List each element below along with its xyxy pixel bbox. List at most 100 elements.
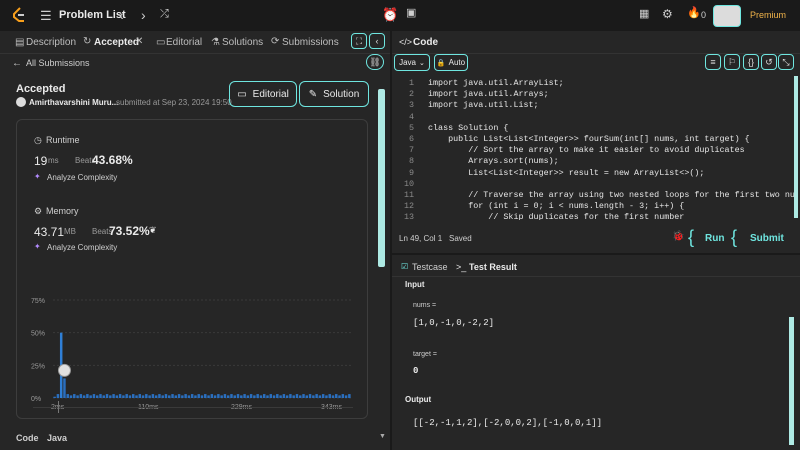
histogram-bar[interactable] bbox=[105, 394, 109, 398]
expand-icon[interactable]: ⛶ bbox=[351, 33, 367, 49]
histogram-bar[interactable] bbox=[92, 394, 96, 398]
language-select[interactable]: Java ⌄ bbox=[394, 54, 430, 71]
histogram-bar[interactable] bbox=[236, 394, 240, 398]
histogram-bar[interactable] bbox=[269, 394, 273, 398]
histogram-bar[interactable] bbox=[253, 395, 256, 398]
reset-icon[interactable]: ↺ bbox=[761, 54, 777, 70]
histogram-bar[interactable] bbox=[249, 394, 253, 398]
histogram-bar[interactable] bbox=[122, 395, 125, 398]
code-line[interactable]: 8 Arrays.sort(nums); bbox=[392, 156, 782, 167]
histogram-bar[interactable] bbox=[207, 395, 210, 398]
histogram-bar[interactable] bbox=[184, 394, 187, 398]
histogram-bar[interactable] bbox=[118, 394, 122, 398]
histogram-bar[interactable] bbox=[197, 394, 200, 398]
runtime-analyze[interactable]: Analyze Complexity bbox=[47, 173, 117, 182]
tab-solutions[interactable]: Solutions bbox=[222, 37, 263, 48]
histogram-bar[interactable] bbox=[240, 395, 243, 398]
code-line[interactable]: 2 import java.util.Arrays; bbox=[392, 89, 782, 100]
histogram-bar[interactable] bbox=[66, 394, 69, 398]
histogram-bar[interactable] bbox=[148, 395, 151, 398]
all-submissions-link[interactable]: All Submissions bbox=[26, 58, 90, 68]
code-line[interactable]: 12 for (int i = 0; i < nums.length - 3; … bbox=[392, 201, 782, 212]
note-icon[interactable]: ▣ bbox=[406, 8, 416, 19]
solution-button[interactable]: ✎ Solution bbox=[299, 81, 369, 107]
histogram-bar[interactable] bbox=[194, 395, 197, 398]
shuffle-icon[interactable]: ⤮ bbox=[160, 9, 169, 20]
histogram-bar[interactable] bbox=[171, 394, 174, 398]
code-scrollbar[interactable] bbox=[794, 76, 798, 218]
histogram-bar[interactable] bbox=[73, 394, 76, 398]
code-line[interactable]: 3 import java.util.List; bbox=[392, 100, 782, 111]
histogram-bar[interactable] bbox=[63, 378, 66, 398]
histogram-bar[interactable] bbox=[289, 394, 292, 398]
testcase-scrollbar[interactable] bbox=[789, 317, 794, 445]
histogram-bar[interactable] bbox=[86, 394, 89, 398]
runtime-distribution-chart[interactable]: 75%50%25%0%2ms110ms229ms343ms bbox=[17, 262, 367, 412]
auto-button[interactable]: 🔒 Auto bbox=[434, 54, 468, 71]
histogram-bar[interactable] bbox=[302, 394, 305, 398]
histogram-bar[interactable] bbox=[141, 395, 145, 398]
debug-icon[interactable]: 🐞 bbox=[672, 231, 684, 242]
submit-button[interactable]: Submit bbox=[750, 233, 784, 244]
histogram-bar[interactable] bbox=[187, 395, 191, 398]
premium-link[interactable]: Premium bbox=[750, 10, 786, 20]
tab-testcase[interactable]: Testcase bbox=[412, 262, 448, 272]
histogram-bar[interactable] bbox=[299, 395, 302, 398]
range-slider[interactable] bbox=[33, 401, 353, 415]
histogram-bar[interactable] bbox=[276, 394, 279, 398]
histogram-bar[interactable] bbox=[308, 394, 312, 398]
histogram-bar[interactable] bbox=[335, 394, 338, 398]
histogram-bar[interactable] bbox=[256, 394, 259, 398]
collapse-left-icon[interactable]: ‹ bbox=[369, 33, 385, 49]
code-line[interactable]: 7 // Sort the array to make it easier to… bbox=[392, 145, 782, 156]
histogram-bar[interactable] bbox=[246, 395, 250, 398]
histogram-bar[interactable] bbox=[295, 394, 299, 398]
histogram-bar[interactable] bbox=[125, 394, 128, 398]
histogram-bar[interactable] bbox=[181, 395, 184, 398]
chevron-right-icon[interactable]: › bbox=[141, 8, 146, 22]
code-line[interactable]: 9 List<List<Integer>> result = new Array… bbox=[392, 168, 782, 179]
code-editor[interactable]: 1 import java.util.ArrayList; 2 import java… bbox=[392, 78, 797, 220]
scroll-down-icon[interactable]: ▼ bbox=[379, 433, 386, 440]
code-line[interactable]: 13 // Skip duplicates for the first numb… bbox=[392, 212, 782, 220]
histogram-bar[interactable] bbox=[99, 394, 102, 398]
histogram-bar[interactable] bbox=[158, 394, 161, 398]
histogram-bar[interactable] bbox=[204, 394, 207, 398]
histogram-bar[interactable] bbox=[53, 396, 56, 398]
histogram-bar[interactable] bbox=[262, 394, 266, 398]
histogram-bar[interactable] bbox=[164, 394, 168, 398]
histogram-bar[interactable] bbox=[312, 395, 315, 398]
histogram-bar[interactable] bbox=[292, 395, 295, 398]
histogram-bar[interactable] bbox=[259, 395, 263, 398]
grid-icon[interactable]: ▦ bbox=[639, 9, 649, 20]
avatar[interactable] bbox=[713, 5, 741, 27]
run-button[interactable]: Run bbox=[705, 233, 724, 244]
histogram-bar[interactable] bbox=[79, 394, 83, 398]
histogram-bar[interactable] bbox=[285, 395, 289, 398]
tab-editorial[interactable]: Editorial bbox=[166, 37, 202, 48]
histogram-bar[interactable] bbox=[331, 395, 335, 398]
code-line[interactable]: 11 // Traverse the array using two neste… bbox=[392, 190, 797, 201]
slider-handle-left[interactable] bbox=[58, 401, 59, 413]
histogram-bar[interactable] bbox=[102, 395, 105, 398]
histogram-bar[interactable] bbox=[154, 395, 158, 398]
histogram-bar[interactable] bbox=[279, 395, 282, 398]
problem-list-link[interactable]: Problem List bbox=[59, 9, 126, 21]
your-submission-marker[interactable] bbox=[57, 363, 71, 377]
histogram-bar[interactable] bbox=[200, 395, 204, 398]
code-line[interactable]: 1 import java.util.ArrayList; bbox=[392, 78, 782, 89]
histogram-bar[interactable] bbox=[115, 395, 119, 398]
histogram-bar[interactable] bbox=[266, 395, 269, 398]
histogram-bar[interactable] bbox=[315, 394, 318, 398]
histogram-bar[interactable] bbox=[135, 395, 138, 398]
link-icon[interactable]: ⛓ bbox=[366, 54, 384, 70]
leetcode-logo-icon[interactable] bbox=[12, 7, 26, 26]
braces-icon[interactable]: {} bbox=[743, 54, 759, 70]
output-value[interactable]: [[-2,-1,1,2],[-2,0,0,2],[-1,0,0,1]] bbox=[413, 418, 602, 428]
histogram-bar[interactable] bbox=[145, 394, 148, 398]
histogram-bar[interactable] bbox=[220, 395, 223, 398]
user-name[interactable]: Amirthavarshini Muru... bbox=[29, 98, 118, 107]
histogram-bar[interactable] bbox=[305, 395, 309, 398]
histogram-bar[interactable] bbox=[131, 394, 135, 398]
back-arrow-icon[interactable]: ← bbox=[12, 58, 22, 69]
